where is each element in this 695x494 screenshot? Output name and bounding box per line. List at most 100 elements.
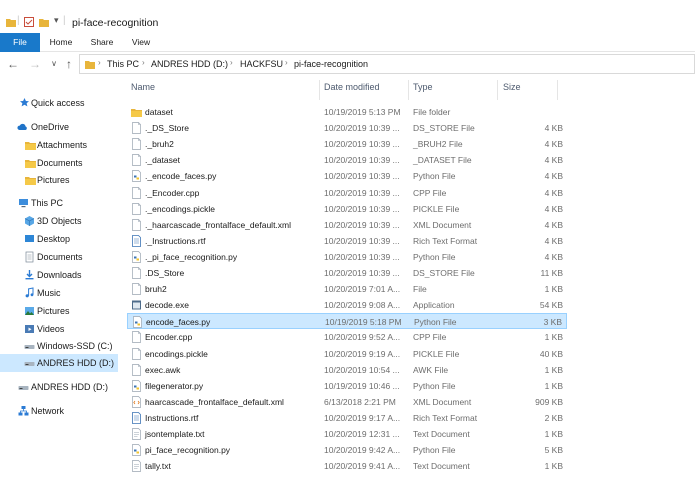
file-row[interactable]: ._pi_face_recognition.py 10/20/2019 10:39… <box>127 249 567 265</box>
file-row[interactable]: ._bruh2 10/20/2019 10:39 ... _BRUH2 File 4 … <box>127 136 567 152</box>
file-row[interactable]: exec.awk 10/20/2019 10:54 ... AWK File 1 KB <box>127 362 567 378</box>
file-type: _BRUH2 File <box>413 139 463 150</box>
file-date-modified: 10/20/2019 10:39 ... <box>324 171 400 182</box>
breadcrumb-current-folder[interactable]: pi-face-recognition <box>294 59 368 69</box>
file-size: 11 KB <box>540 268 563 278</box>
column-divider[interactable] <box>557 80 558 100</box>
column-divider[interactable] <box>408 80 409 100</box>
column-header-type[interactable]: Type <box>413 82 433 98</box>
network-icon <box>18 405 29 416</box>
file-size: 4 KB <box>544 235 563 246</box>
file-row[interactable]: decode.exe 10/20/2019 9:08 A... Applicatio… <box>127 297 567 313</box>
file-row[interactable]: ._Encoder.cpp 10/20/2019 10:39 ... CPP Fil… <box>127 185 567 201</box>
file-row[interactable]: ._haarcascade_frontalface_default.xml 10/… <box>127 217 567 233</box>
python-icon <box>131 379 141 392</box>
file-name: decode.exe <box>145 300 189 311</box>
file-size: 4 KB <box>544 219 563 230</box>
sidebar-item-label: Windows-SSD (C:) <box>37 341 113 351</box>
file-type: Application <box>413 300 455 311</box>
sidebar-item[interactable]: Attachments <box>0 136 118 154</box>
download-icon <box>24 269 34 280</box>
column-header-name[interactable]: Name <box>131 82 155 98</box>
sidebar-item[interactable]: Quick access <box>0 94 118 112</box>
sidebar-item[interactable]: Pictures <box>0 302 118 320</box>
file-size: 1 KB <box>544 461 563 472</box>
file-row[interactable]: .DS_Store 10/20/2019 10:39 ... DS_STORE Fi… <box>127 265 567 281</box>
column-divider[interactable] <box>319 80 320 100</box>
cube-icon <box>24 215 35 226</box>
customize-quick-access-icon[interactable]: ▾ <box>54 15 59 26</box>
file-date-modified: 10/20/2019 10:54 ... <box>324 364 400 375</box>
file-row[interactable]: encodings.pickle 10/20/2019 9:19 A... PICK… <box>127 346 567 362</box>
column-header-size[interactable]: Size <box>503 82 521 98</box>
file-row[interactable]: ._dataset 10/20/2019 10:39 ... _DATASET Fi… <box>127 152 567 168</box>
file-row[interactable]: ._encodings.pickle 10/20/2019 10:39 ... PI… <box>127 201 567 217</box>
back-arrow-icon[interactable]: ← <box>6 57 20 71</box>
sidebar-item[interactable]: OneDrive <box>0 118 118 136</box>
sidebar-item[interactable]: Desktop <box>0 230 118 248</box>
folder-icon <box>25 174 36 185</box>
column-divider[interactable] <box>497 80 498 100</box>
sidebar-item[interactable]: Music <box>0 284 118 302</box>
sidebar-item[interactable]: Downloads <box>0 266 118 284</box>
file-row[interactable]: Encoder.cpp 10/20/2019 9:52 A... CPP File 1… <box>127 329 567 345</box>
sidebar-item[interactable]: 3D Objects <box>0 212 118 230</box>
address-bar[interactable]: › This PC › ANDRES HDD (D:) › HACKFSU › … <box>79 54 695 74</box>
file-row[interactable]: tally.txt 10/20/2019 9:41 A... Text Docume… <box>127 458 567 474</box>
file-size: 4 KB <box>544 251 563 262</box>
tab-file[interactable]: File <box>0 33 40 52</box>
file-row[interactable]: jsontemplate.txt 10/20/2019 12:31 ... Text… <box>127 426 567 442</box>
forward-arrow-icon[interactable]: → <box>28 57 42 71</box>
sidebar-item[interactable]: ANDRES HDD (D:) <box>0 354 118 372</box>
file-row[interactable]: ._encode_faces.py 10/20/2019 10:39 ... Pyt… <box>127 168 567 184</box>
properties-icon[interactable] <box>24 17 34 27</box>
sidebar-item-label: Desktop <box>37 234 71 244</box>
title-bar: | ▾ | pi-face-recognition <box>0 0 695 32</box>
file-date-modified: 10/20/2019 10:39 ... <box>324 155 400 166</box>
sidebar-item[interactable]: Documents <box>0 154 118 172</box>
file-name: tally.txt <box>145 461 171 472</box>
file-date-modified: 6/13/2018 2:21 PM <box>324 396 396 407</box>
tab-home[interactable]: Home <box>44 33 78 52</box>
breadcrumb-hackfsu[interactable]: HACKFSU <box>240 59 283 69</box>
sidebar-item[interactable]: Documents <box>0 248 118 266</box>
file-type: Python File <box>413 171 456 182</box>
file-row[interactable]: filegenerator.py 10/19/2019 10:46 ... Pyth… <box>127 378 567 394</box>
file-type: Python File <box>414 317 457 328</box>
up-arrow-icon[interactable]: ↑ <box>62 57 76 71</box>
file-row[interactable]: pi_face_recognition.py 10/20/2019 9:42 A.… <box>127 442 567 458</box>
new-folder-icon[interactable] <box>39 17 49 27</box>
pictures-icon <box>24 305 34 315</box>
file-row[interactable]: ._DS_Store 10/20/2019 10:39 ... DS_STORE F… <box>127 120 567 136</box>
file-row[interactable]: ._Instructions.rtf 10/20/2019 10:39 ... Ri… <box>127 233 567 249</box>
drive-icon <box>24 340 35 349</box>
file-size: 3 KB <box>543 317 562 328</box>
file-size: 909 KB <box>535 396 563 407</box>
sidebar-item[interactable]: This PC <box>0 194 118 212</box>
recent-locations-chevron-icon[interactable]: ∨ <box>47 57 61 71</box>
sidebar-item[interactable]: Pictures <box>0 171 118 189</box>
file-row[interactable]: encode_faces.py 10/19/2019 5:18 PM Python … <box>127 313 567 330</box>
file-name: filegenerator.py <box>145 380 204 391</box>
sidebar-item[interactable]: Network <box>0 402 118 420</box>
sidebar-item[interactable]: Videos <box>0 320 118 338</box>
sidebar-item[interactable]: ANDRES HDD (D:) <box>0 378 118 396</box>
breadcrumb-drive[interactable]: ANDRES HDD (D:) <box>151 59 228 69</box>
file-name: pi_face_recognition.py <box>145 445 231 456</box>
file-date-modified: 10/20/2019 9:41 A... <box>324 461 401 472</box>
file-row[interactable]: haarcascade_frontalface_default.xml 6/13/… <box>127 394 567 410</box>
breadcrumb-this-pc[interactable]: This PC <box>107 59 139 69</box>
file-size: 40 KB <box>539 348 563 359</box>
file-date-modified: 10/20/2019 10:39 ... <box>324 235 400 246</box>
rtf-icon <box>131 234 141 247</box>
file-date-modified: 10/19/2019 5:13 PM <box>324 107 401 117</box>
file-icon <box>131 218 141 231</box>
file-row[interactable]: bruh2 10/20/2019 7:01 A... File 1 KB <box>127 281 567 297</box>
file-row[interactable]: dataset 10/19/2019 5:13 PM File folder <box>127 104 567 120</box>
sidebar-item-label: Pictures <box>37 175 70 185</box>
tab-view[interactable]: View <box>124 33 158 52</box>
tab-share[interactable]: Share <box>84 33 120 52</box>
sidebar-item[interactable]: Windows-SSD (C:) <box>0 337 118 355</box>
file-row[interactable]: Instructions.rtf 10/20/2019 9:17 A... Rich… <box>127 410 567 426</box>
column-header-date[interactable]: Date modified <box>324 82 380 98</box>
